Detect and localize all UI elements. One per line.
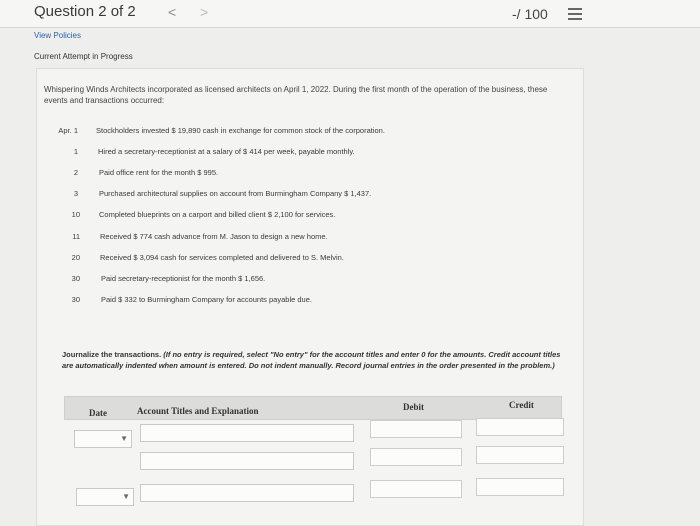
event-day: 1 bbox=[73, 147, 78, 156]
debit-column-header: Debit bbox=[403, 402, 424, 412]
account-title-input[interactable] bbox=[140, 452, 354, 470]
attempt-status: Current Attempt in Progress bbox=[34, 52, 133, 61]
event-description: Paid $ 332 to Burmingham Company for acc… bbox=[101, 295, 312, 304]
event-day: 3 bbox=[73, 189, 78, 198]
event-description: Received $ 774 cash advance from M. Jaso… bbox=[100, 232, 328, 241]
problem-intro: Whispering Winds Architects incorporated… bbox=[44, 85, 548, 105]
credit-amount-input[interactable] bbox=[476, 418, 564, 436]
event-day: Apr. 1 bbox=[58, 126, 78, 135]
chevron-down-icon: ▼ bbox=[122, 492, 130, 501]
credit-amount-input[interactable] bbox=[476, 446, 564, 464]
credit-column-header: Credit bbox=[509, 400, 534, 410]
date-select[interactable]: ▼ bbox=[74, 430, 132, 448]
credit-amount-input[interactable] bbox=[476, 478, 564, 496]
event-description: Hired a secretary-receptionist at a sala… bbox=[98, 147, 355, 156]
event-day: 2 bbox=[73, 168, 78, 177]
event-day: 30 bbox=[71, 274, 80, 283]
event-day: 20 bbox=[71, 253, 80, 262]
chevron-down-icon: ▼ bbox=[120, 434, 128, 443]
journal-instruction: Journalize the transactions. (If no entr… bbox=[62, 350, 562, 371]
date-select[interactable]: ▼ bbox=[76, 488, 134, 506]
debit-amount-input[interactable] bbox=[370, 480, 462, 498]
instruction-main: Journalize the transactions. bbox=[62, 350, 162, 359]
event-description: Completed blueprints on a carport and bi… bbox=[99, 210, 336, 219]
account-column-header: Account Titles and Explanation bbox=[137, 406, 259, 416]
event-day: 11 bbox=[72, 232, 80, 241]
top-bar: Question 2 of 2 < > -/ 100 bbox=[0, 0, 700, 28]
score-display: -/ 100 bbox=[512, 6, 548, 22]
account-title-input[interactable] bbox=[140, 484, 354, 502]
event-description: Received $ 3,094 cash for services compl… bbox=[100, 253, 344, 262]
date-column-header: Date bbox=[89, 408, 107, 418]
view-policies-link[interactable]: View Policies bbox=[34, 31, 81, 40]
list-icon[interactable] bbox=[568, 8, 582, 20]
event-day: 10 bbox=[71, 210, 80, 219]
debit-amount-input[interactable] bbox=[370, 420, 462, 438]
event-day: 30 bbox=[71, 295, 80, 304]
account-title-input[interactable] bbox=[140, 424, 354, 442]
debit-amount-input[interactable] bbox=[370, 448, 462, 466]
previous-question-arrow[interactable]: < bbox=[168, 4, 176, 20]
question-title: Question 2 of 2 bbox=[34, 3, 136, 20]
next-question-arrow[interactable]: > bbox=[200, 4, 208, 20]
event-description: Paid office rent for the month $ 995. bbox=[99, 168, 219, 177]
event-description: Paid secretary-receptionist for the mont… bbox=[101, 274, 266, 283]
event-description: Stockholders invested $ 19,890 cash in e… bbox=[96, 126, 385, 135]
journal-table-header: Date Account Titles and Explanation Debi… bbox=[64, 396, 562, 420]
event-description: Purchased architectural supplies on acco… bbox=[99, 189, 372, 198]
